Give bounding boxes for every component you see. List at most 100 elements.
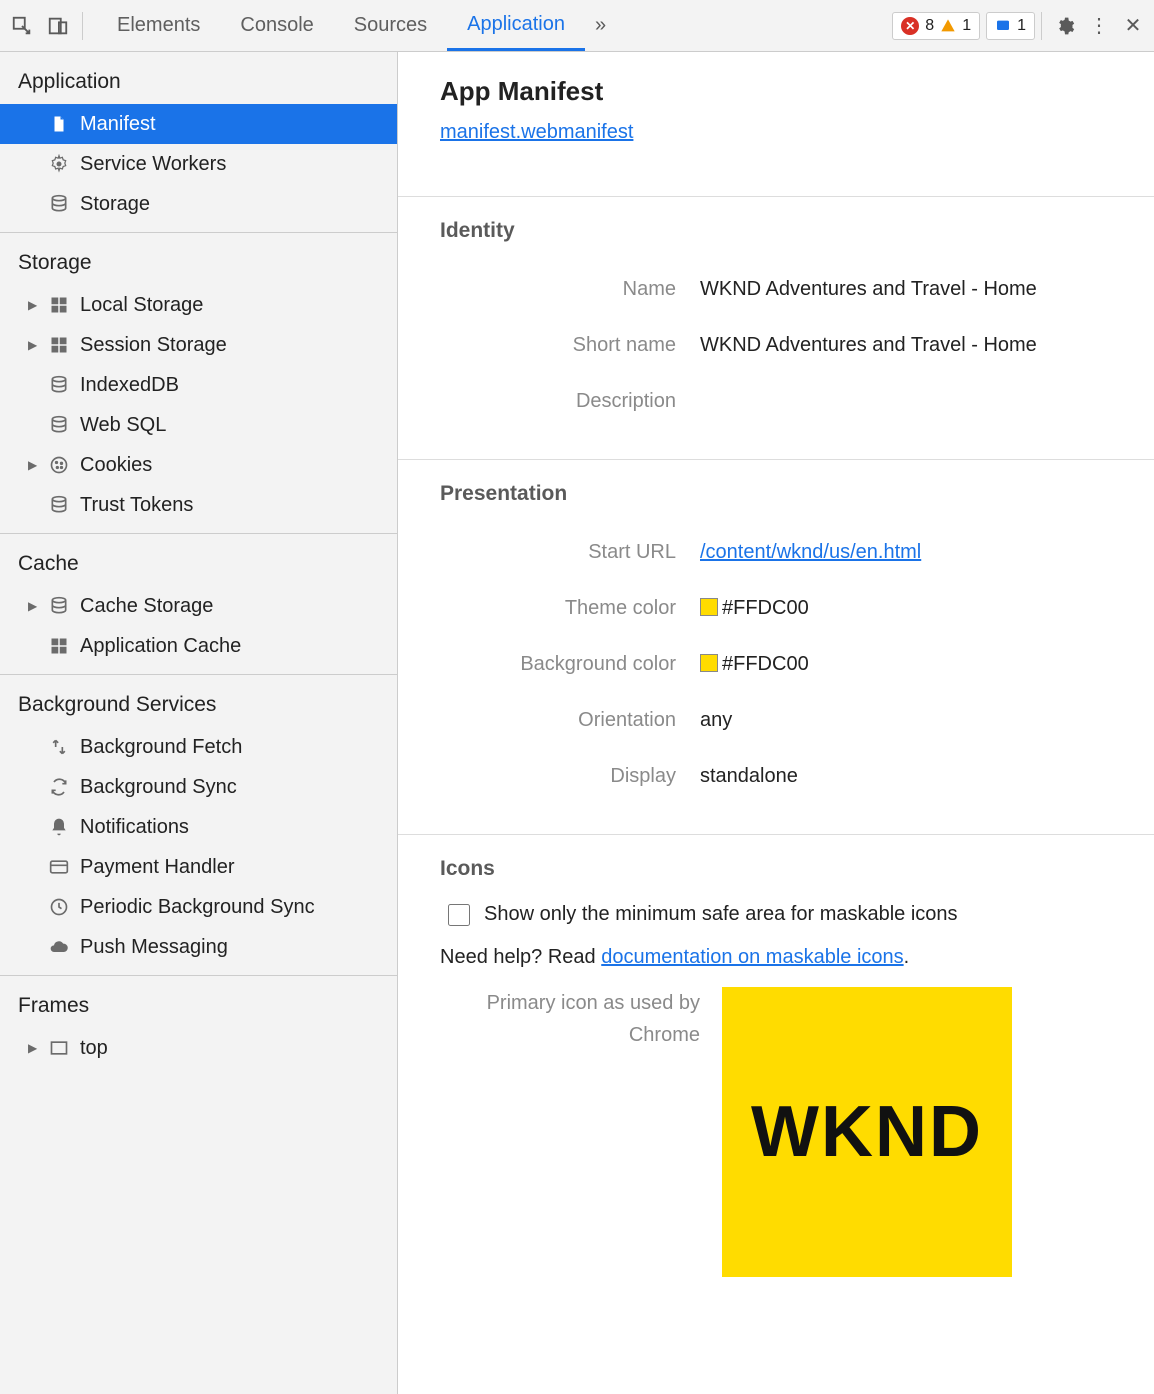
sidebar-item-label: Payment Handler (80, 856, 235, 879)
sidebar-item-indexeddb[interactable]: IndexedDB (0, 365, 397, 405)
sidebar-item-label: Periodic Background Sync (80, 896, 315, 919)
clock-icon (48, 896, 70, 918)
maskable-checkbox-row[interactable]: Show only the minimum safe area for mask… (448, 903, 1124, 926)
tab-elements[interactable]: Elements (97, 0, 220, 51)
expand-triangle-icon[interactable]: ▶ (28, 1041, 42, 1055)
sidebar-item-payment-handler[interactable]: Payment Handler (0, 847, 397, 887)
cloud-icon (48, 936, 70, 958)
inspect-element-icon[interactable] (6, 10, 38, 42)
toolbar-right: ✕ 8 1 1 ⋮ ✕ (892, 12, 1150, 40)
issues-count: 1 (1017, 17, 1026, 35)
field-label: Start URL (440, 541, 700, 564)
field-value: any (700, 709, 732, 732)
sidebar-item-notifications[interactable]: Notifications (0, 807, 397, 847)
sidebar-item-manifest[interactable]: Manifest (0, 104, 397, 144)
sidebar-item-background-sync[interactable]: Background Sync (0, 767, 397, 807)
kebab-menu-icon[interactable]: ⋮ (1082, 13, 1116, 38)
sidebar-item-service-workers[interactable]: Service Workers (0, 144, 397, 184)
issues-badge[interactable]: 1 (986, 12, 1035, 40)
field-value: WKND Adventures and Travel - Home (700, 278, 1037, 301)
section-heading: Identity (440, 219, 1124, 243)
presentation-section: Presentation Start URL /content/wknd/us/… (398, 460, 1154, 812)
primary-icon-row: Primary icon as used by Chrome WKND (440, 987, 1124, 1277)
sidebar-item-cache-storage[interactable]: ▶ Cache Storage (0, 586, 397, 626)
toolbar-badges: ✕ 8 1 1 (892, 12, 1035, 40)
sidebar-item-storage[interactable]: Storage (0, 184, 397, 224)
sidebar-section-title: Cache (0, 544, 397, 586)
sidebar-item-label: Background Fetch (80, 736, 242, 759)
sidebar-item-label: Background Sync (80, 776, 237, 799)
gear-icon (48, 153, 70, 175)
sidebar-item-push-messaging[interactable]: Push Messaging (0, 927, 397, 967)
error-count: 8 (925, 17, 934, 35)
primary-icon-label: Primary icon as used by Chrome (440, 987, 700, 1051)
device-toolbar-icon[interactable] (42, 10, 74, 42)
warning-icon (940, 18, 956, 34)
database-icon (48, 595, 70, 617)
field-value: #FFDC00 (700, 597, 809, 620)
bell-icon (48, 816, 70, 838)
error-warning-badge[interactable]: ✕ 8 1 (892, 12, 980, 40)
sidebar-item-label: top (80, 1037, 108, 1060)
tab-sources[interactable]: Sources (334, 0, 447, 51)
checkbox-label: Show only the minimum safe area for mask… (484, 903, 958, 926)
sidebar-item-background-fetch[interactable]: Background Fetch (0, 727, 397, 767)
settings-icon[interactable] (1048, 16, 1082, 36)
file-icon (48, 113, 70, 135)
primary-icon-preview: WKND (722, 987, 1012, 1277)
maskable-docs-link[interactable]: documentation on maskable icons (601, 946, 903, 968)
orientation-row: Orientation any (440, 692, 1124, 748)
identity-description-row: Description (440, 373, 1124, 429)
sidebar-item-label: Application Cache (80, 635, 241, 658)
sidebar-section-title: Frames (0, 986, 397, 1028)
field-label: Description (440, 390, 700, 413)
color-swatch (700, 654, 718, 672)
icon-text: WKND (751, 1091, 983, 1173)
sidebar-item-label: Service Workers (80, 153, 226, 176)
sidebar-item-websql[interactable]: Web SQL (0, 405, 397, 445)
expand-triangle-icon[interactable]: ▶ (28, 458, 42, 472)
expand-triangle-icon[interactable]: ▶ (28, 338, 42, 352)
sidebar-section-frames: Frames ▶ top (0, 976, 397, 1076)
frame-icon (48, 1037, 70, 1059)
identity-name-row: Name WKND Adventures and Travel - Home (440, 261, 1124, 317)
tab-console[interactable]: Console (220, 0, 333, 51)
theme-color-row: Theme color #FFDC00 (440, 580, 1124, 636)
close-icon[interactable]: ✕ (1116, 13, 1150, 38)
sidebar-item-trust-tokens[interactable]: Trust Tokens (0, 485, 397, 525)
expand-triangle-icon[interactable]: ▶ (28, 599, 42, 613)
maskable-checkbox[interactable] (448, 904, 470, 926)
warning-count: 1 (962, 17, 971, 35)
sidebar-item-label: Storage (80, 193, 150, 216)
color-swatch (700, 598, 718, 616)
application-sidebar: Application Manifest Service Workers Sto… (0, 52, 398, 1394)
sidebar-item-label: Session Storage (80, 334, 227, 357)
field-value: standalone (700, 765, 798, 788)
expand-triangle-icon[interactable]: ▶ (28, 298, 42, 312)
cookie-icon (48, 454, 70, 476)
more-tabs-icon[interactable]: » (585, 14, 616, 37)
sidebar-item-label: Cookies (80, 454, 152, 477)
tab-application[interactable]: Application (447, 0, 585, 51)
start-url-row: Start URL /content/wknd/us/en.html (440, 524, 1124, 580)
field-value: #FFDC00 (700, 653, 809, 676)
section-heading: Icons (440, 857, 1124, 881)
sidebar-item-cookies[interactable]: ▶ Cookies (0, 445, 397, 485)
sidebar-section-title: Application (0, 62, 397, 104)
sidebar-item-top-frame[interactable]: ▶ top (0, 1028, 397, 1068)
sidebar-item-label: Web SQL (80, 414, 166, 437)
display-row: Display standalone (440, 748, 1124, 804)
issues-icon (995, 18, 1011, 34)
manifest-link[interactable]: manifest.webmanifest (440, 121, 633, 143)
field-label: Background color (440, 653, 700, 676)
identity-section: Identity Name WKND Adventures and Travel… (398, 197, 1154, 437)
start-url-link[interactable]: /content/wknd/us/en.html (700, 541, 921, 563)
page-title: App Manifest (440, 76, 1124, 107)
sidebar-item-local-storage[interactable]: ▶ Local Storage (0, 285, 397, 325)
sidebar-item-application-cache[interactable]: Application Cache (0, 626, 397, 666)
divider (82, 12, 83, 40)
sidebar-item-periodic-sync[interactable]: Periodic Background Sync (0, 887, 397, 927)
field-value: WKND Adventures and Travel - Home (700, 334, 1037, 357)
sidebar-section-title: Storage (0, 243, 397, 285)
sidebar-item-session-storage[interactable]: ▶ Session Storage (0, 325, 397, 365)
